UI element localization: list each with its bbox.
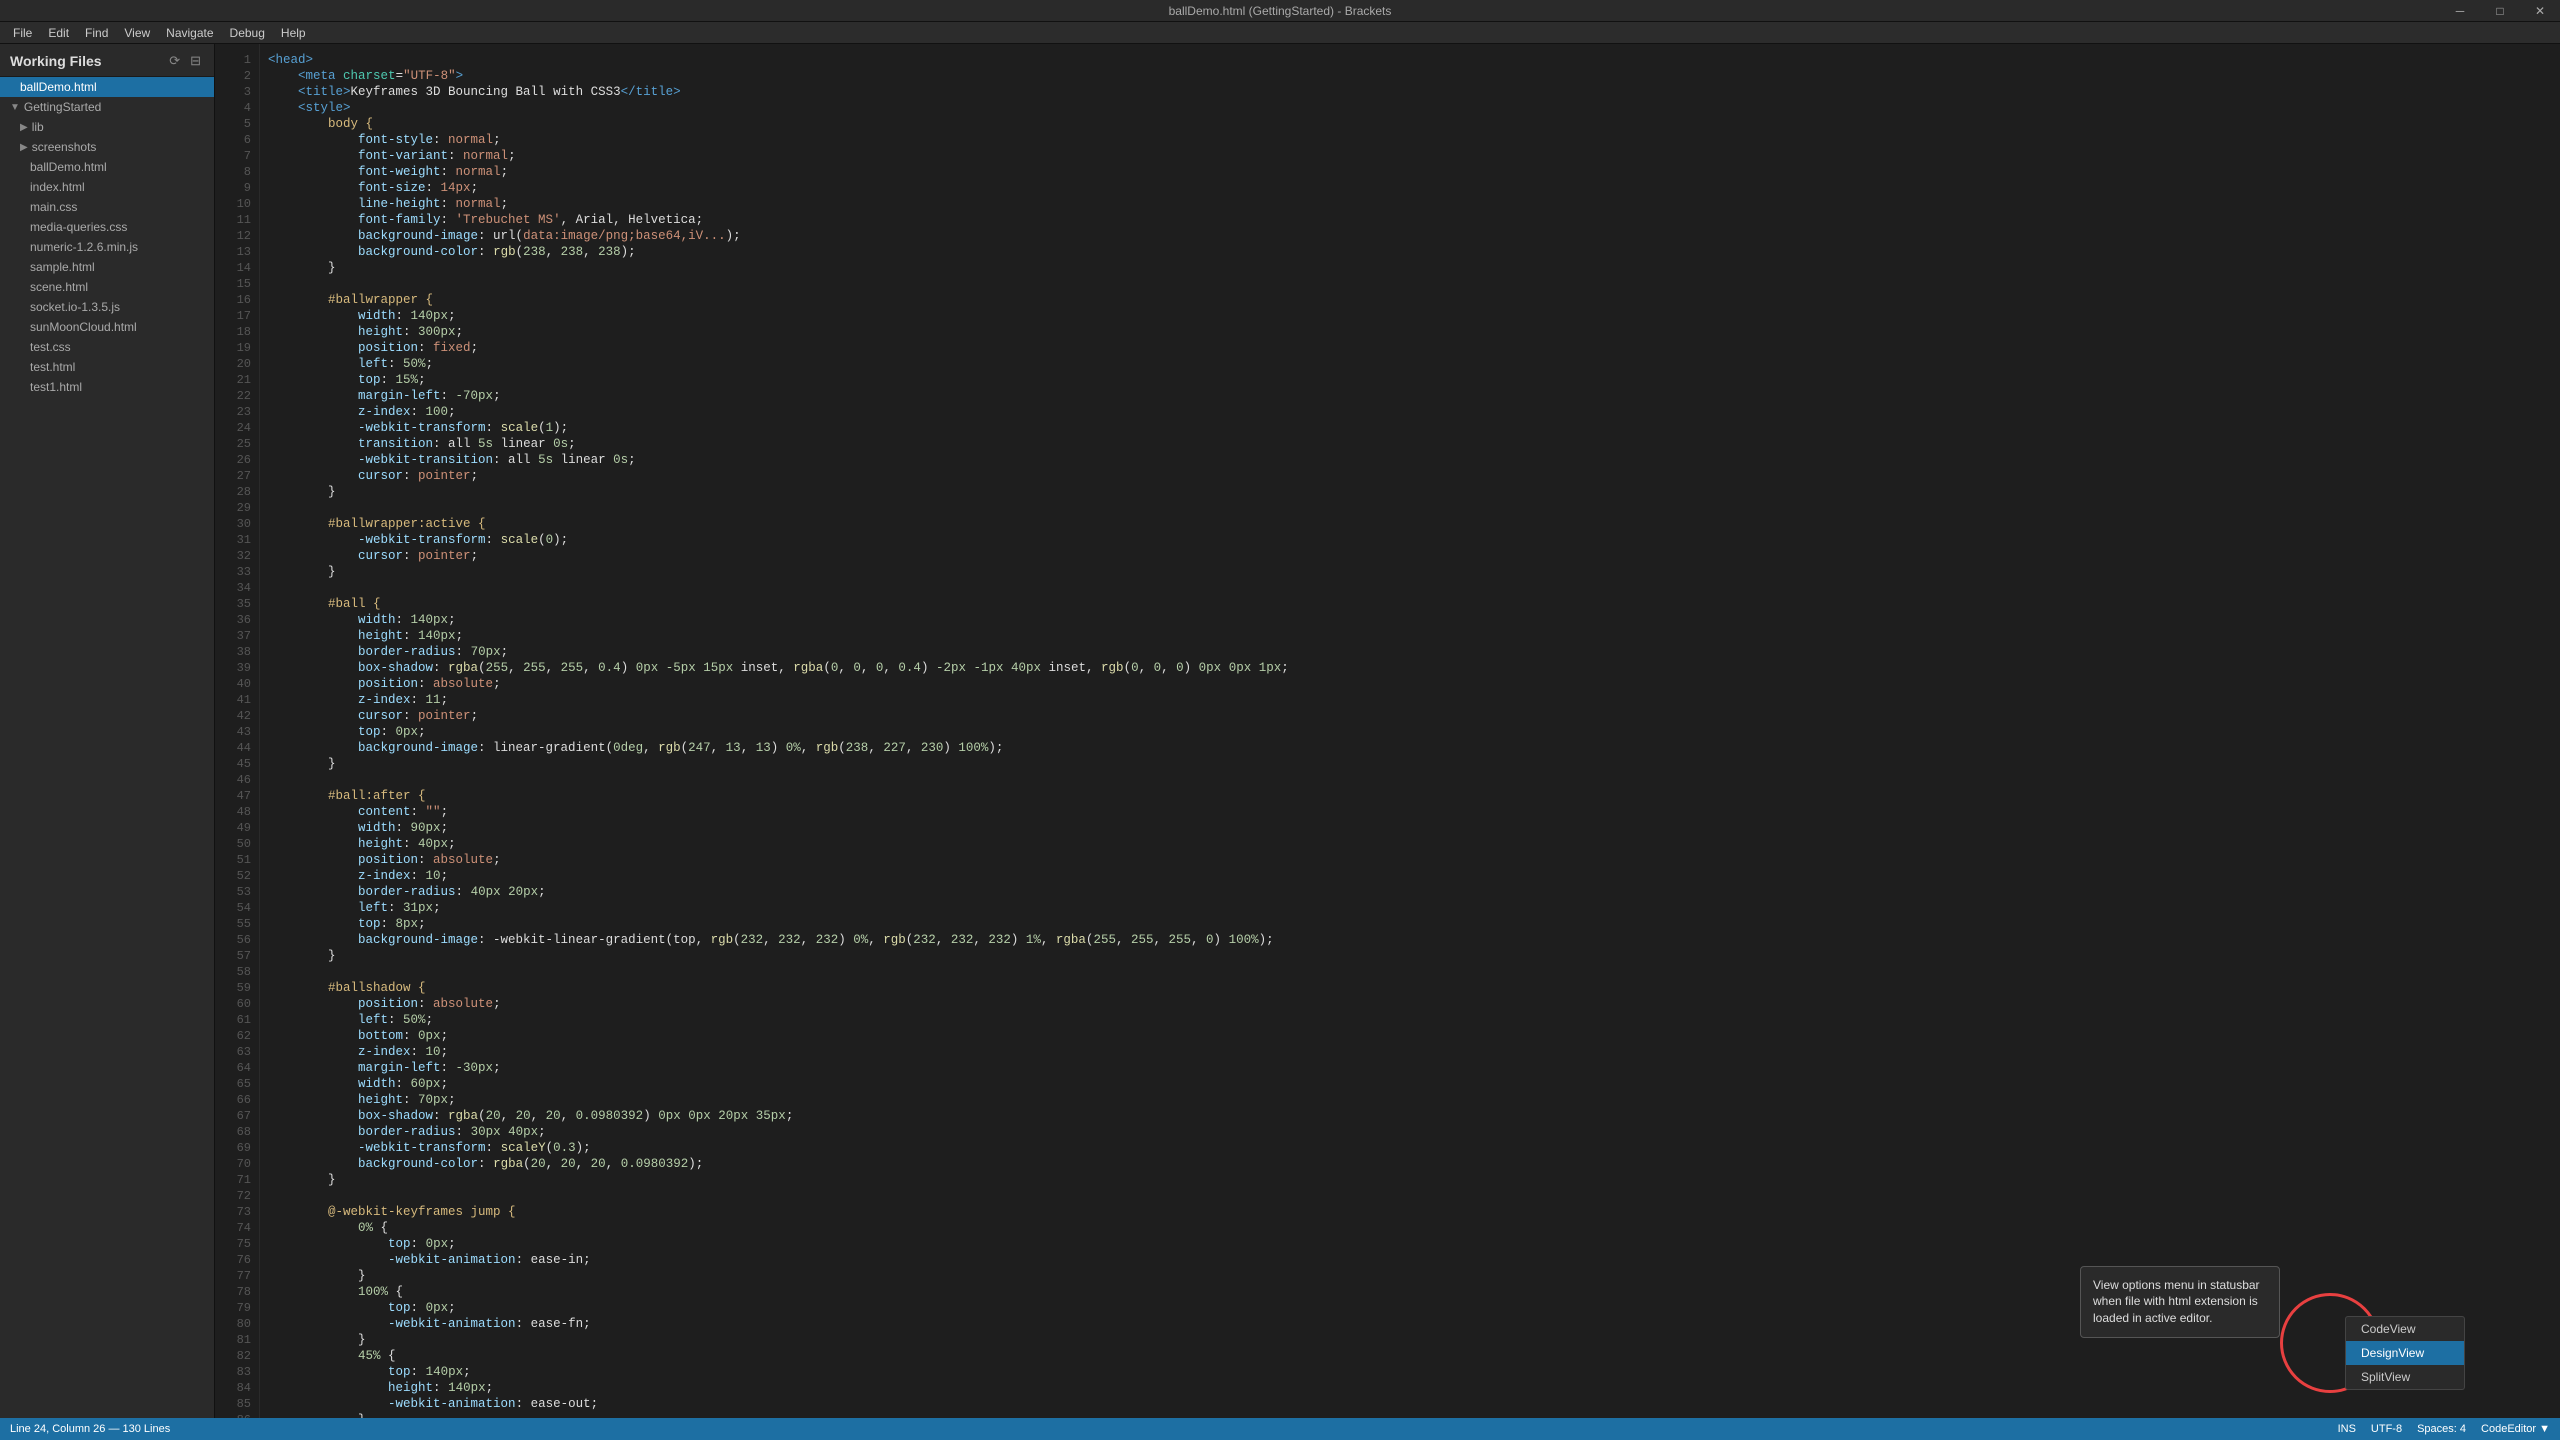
tooltip-popup: View options menu in statusbar when file… bbox=[2080, 1266, 2280, 1338]
menu-debug[interactable]: Debug bbox=[222, 24, 273, 42]
view-options-menu: CodeView DesignView SplitView bbox=[2345, 1316, 2465, 1390]
minimize-button[interactable]: ─ bbox=[2440, 0, 2480, 22]
folder-arrow-icon: ▶ bbox=[20, 122, 28, 133]
menu-find[interactable]: Find bbox=[77, 24, 116, 42]
status-right: INS UTF-8 Spaces: 4 CodeEditor ▼ bbox=[2338, 1423, 2550, 1435]
file-sunmoon[interactable]: sunMoonCloud.html bbox=[0, 317, 214, 337]
file-test-css[interactable]: test.css bbox=[0, 337, 214, 357]
menu-view[interactable]: View bbox=[116, 24, 158, 42]
menu-help[interactable]: Help bbox=[273, 24, 314, 42]
file-index[interactable]: index.html bbox=[0, 177, 214, 197]
file-scene[interactable]: scene.html bbox=[0, 277, 214, 297]
main-layout: Working Files ⟳ ⊟ ballDemo.html ▼ Gettin… bbox=[0, 44, 2560, 1418]
file-test1[interactable]: test1.html bbox=[0, 377, 214, 397]
line-col-info: Line 24, Column 26 — 130 Lines bbox=[10, 1423, 170, 1435]
working-files-title: Working Files bbox=[10, 53, 102, 69]
folder-lib[interactable]: ▶ lib bbox=[0, 117, 214, 137]
file-tree: ▼ GettingStarted ▶ lib ▶ screenshots bal… bbox=[0, 97, 214, 1418]
folder-gettingstarted[interactable]: ▼ GettingStarted bbox=[0, 97, 214, 117]
split-icon[interactable]: ⊟ bbox=[187, 52, 204, 70]
menu-file[interactable]: File bbox=[5, 24, 40, 42]
title-text: ballDemo.html (GettingStarted) - Bracket… bbox=[1169, 4, 1392, 18]
active-file-tab[interactable]: ballDemo.html bbox=[0, 77, 214, 97]
view-designview[interactable]: DesignView bbox=[2346, 1341, 2464, 1365]
menu-edit[interactable]: Edit bbox=[40, 24, 77, 42]
close-button[interactable]: ✕ bbox=[2520, 0, 2560, 22]
status-left: Line 24, Column 26 — 130 Lines bbox=[10, 1423, 170, 1435]
file-media-queries[interactable]: media-queries.css bbox=[0, 217, 214, 237]
window-controls: ─ □ ✕ bbox=[2440, 0, 2560, 22]
encoding-status: UTF-8 bbox=[2371, 1423, 2402, 1435]
ins-status: INS bbox=[2338, 1423, 2356, 1435]
refresh-icon[interactable]: ⟳ bbox=[166, 52, 183, 70]
code-editor[interactable]: <head> <meta charset="UTF-8"> <title>Key… bbox=[260, 44, 2560, 1418]
file-test-html[interactable]: test.html bbox=[0, 357, 214, 377]
working-files-icons: ⟳ ⊟ bbox=[166, 52, 204, 70]
sidebar: Working Files ⟳ ⊟ ballDemo.html ▼ Gettin… bbox=[0, 44, 215, 1418]
tooltip-text: View options menu in statusbar when file… bbox=[2093, 1278, 2260, 1326]
working-files-header: Working Files ⟳ ⊟ bbox=[0, 44, 214, 77]
titlebar: ballDemo.html (GettingStarted) - Bracket… bbox=[0, 0, 2560, 22]
file-socketio[interactable]: socket.io-1.3.5.js bbox=[0, 297, 214, 317]
view-splitview[interactable]: SplitView bbox=[2346, 1365, 2464, 1389]
folder-name: lib bbox=[32, 120, 44, 134]
code-container[interactable]: 12345 678910 1112131415 1617181920 21222… bbox=[215, 44, 2560, 1418]
folder-arrow-icon: ▶ bbox=[20, 142, 28, 153]
file-sample[interactable]: sample.html bbox=[0, 257, 214, 277]
file-main-css[interactable]: main.css bbox=[0, 197, 214, 217]
line-numbers: 12345 678910 1112131415 1617181920 21222… bbox=[215, 44, 260, 1418]
menubar: File Edit Find View Navigate Debug Help bbox=[0, 22, 2560, 44]
folder-arrow-icon: ▼ bbox=[10, 102, 20, 113]
spaces-status: Spaces: 4 bbox=[2417, 1423, 2466, 1435]
view-codeview[interactable]: CodeView bbox=[2346, 1317, 2464, 1341]
menu-navigate[interactable]: Navigate bbox=[158, 24, 221, 42]
folder-screenshots[interactable]: ▶ screenshots bbox=[0, 137, 214, 157]
file-numeric[interactable]: numeric-1.2.6.min.js bbox=[0, 237, 214, 257]
folder-name: screenshots bbox=[32, 140, 97, 154]
file-balldemo[interactable]: ballDemo.html bbox=[0, 157, 214, 177]
codeeditor-button[interactable]: CodeEditor ▼ bbox=[2481, 1423, 2550, 1435]
maximize-button[interactable]: □ bbox=[2480, 0, 2520, 22]
folder-name: GettingStarted bbox=[24, 100, 101, 114]
statusbar: Line 24, Column 26 — 130 Lines INS UTF-8… bbox=[0, 1418, 2560, 1440]
editor-area: 12345 678910 1112131415 1617181920 21222… bbox=[215, 44, 2560, 1418]
